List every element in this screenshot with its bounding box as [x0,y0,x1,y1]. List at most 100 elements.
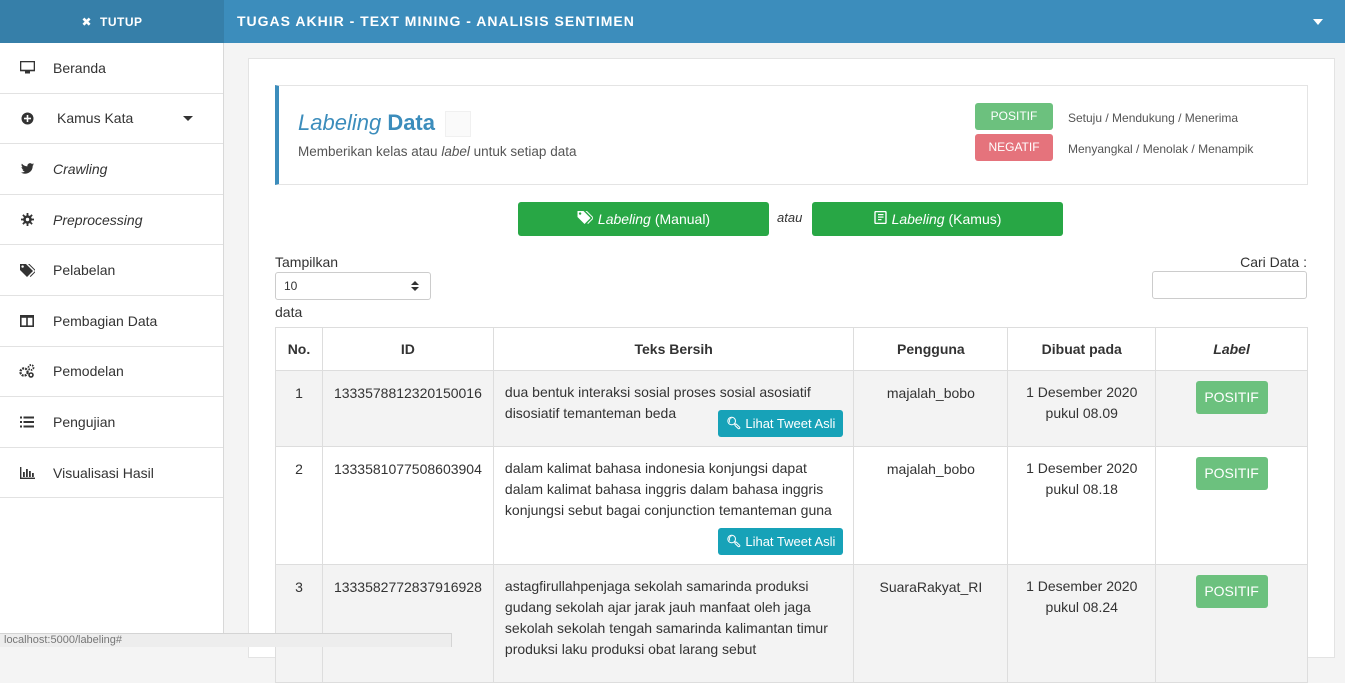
monitor-icon [18,61,36,75]
column-header-no[interactable]: No. [275,327,323,371]
subtitle-text: Memberikan kelas atau [298,144,438,159]
sidebar-close-button[interactable]: ✖ TUTUP [0,0,224,43]
sidebar-item-pemodelan[interactable]: Pemodelan [0,347,223,398]
page-size-suffix: data [275,304,303,320]
sidebar-item-label: Pelabelan [53,262,116,279]
cell-date: 1 Desember 2020 pukul 08.09 [1007,370,1157,447]
view-tweet-label: Lihat Tweet Asli [745,534,836,549]
column-header-dibuat[interactable]: Dibuat pada [1007,327,1157,371]
subtitle-text: untuk setiap data [473,144,577,159]
cell-user: SuaraRakyat_RI [853,564,1009,683]
cell-text-value: astagfirullahpenjaga sekolah samarinda p… [504,578,828,657]
legend-positif-text: Setuju / Mendukung / Menerima [1068,111,1239,125]
close-icon: ✖ [81,14,93,29]
column-header-label[interactable]: Label [1155,327,1308,371]
search-icon: 🔍︎ [726,534,742,548]
table-row: 3 1333582772837916928 astagfirullahpenja… [275,564,1308,683]
sidebar-item-preprocessing[interactable]: Preprocessing [0,195,223,246]
page-size-label: Tampilkan [275,254,339,270]
sidebar-close-label: TUTUP [100,14,143,29]
page-size-value: 10 [284,279,298,293]
cell-text: dua bentuk interaksi sosial proses sosia… [492,370,855,447]
column-header-id[interactable]: ID [321,327,494,371]
sidebar-item-label: Crawling [53,160,108,177]
cell-date-day: 1 Desember 2020 [1026,384,1138,400]
user-menu-caret-icon[interactable] [1313,19,1323,25]
sidebar-item-kamus-kata[interactable]: Kamus Kata [0,94,223,145]
view-original-tweet-button[interactable]: 🔍︎ Lihat Tweet Asli [718,528,844,555]
subtitle-italic: label [441,144,470,159]
page-header-card: Labeling Data Memberikan kelas atau labe… [275,85,1308,185]
table-header-row: No. ID Teks Bersih Pengguna Dibuat pada … [275,327,1308,371]
view-tweet-label: Lihat Tweet Asli [745,416,836,431]
cell-user: majalah_bobo [853,370,1009,447]
search-icon: 🔍︎ [726,416,742,430]
sidebar-item-pembagian-data[interactable]: Pembagian Data [0,296,223,347]
sidebar-item-label: Pemodelan [53,363,124,380]
sidebar-item-label: Visualisasi Hasil [53,464,154,481]
search-input[interactable] [1152,271,1307,299]
column-header-teks[interactable]: Teks Bersih [492,327,855,371]
legend-positif-badge: POSITIF [975,103,1053,130]
sidebar-item-label: Pembagian Data [53,312,158,329]
cell-date-time: pukul 08.18 [1045,481,1118,497]
label-badge[interactable]: POSITIF [1195,457,1268,490]
cell-date-day: 1 Desember 2020 [1026,460,1138,476]
labeling-table: No. ID Teks Bersih Pengguna Dibuat pada … [275,327,1308,683]
column-header-pengguna[interactable]: Pengguna [853,327,1009,371]
legend-negatif-text: Menyangkal / Menolak / Menampik [1068,142,1254,156]
labeling-kamus-button[interactable]: Labeling (Kamus) [812,202,1063,236]
page-title: Labeling Data [298,110,472,138]
label-badge[interactable]: POSITIF [1195,575,1268,608]
cell-user: majalah_bobo [853,446,1009,565]
cell-no: 1 [275,370,323,447]
select-arrows-icon [411,281,419,293]
cell-label: POSITIF [1155,370,1308,447]
legend-negatif-badge: NEGATIF [975,134,1053,161]
view-original-tweet-button[interactable]: 🔍︎ Lihat Tweet Asli [718,410,844,437]
cell-date: 1 Desember 2020 pukul 08.18 [1007,446,1157,565]
labeling-manual-label: (Manual) [654,211,711,227]
cell-id: 1333581077508603904 [321,446,494,565]
sidebar-item-crawling[interactable]: Crawling [0,144,223,195]
sidebar: Beranda Kamus Kata Crawling Preprocessin… [0,43,224,647]
cell-no: 3 [275,564,323,683]
book-icon [873,210,887,227]
sidebar-item-beranda[interactable]: Beranda [0,43,223,94]
chevron-down-icon [183,115,193,121]
columns-icon [18,314,36,328]
table-row: 1 1333578812320150016 dua bentuk interak… [275,370,1308,447]
cell-id: 1333578812320150016 [321,370,494,447]
cell-id: 1333582772837916928 [321,564,494,683]
page-title-bold: Data [387,110,435,135]
sidebar-item-visualisasi-hasil[interactable]: Visualisasi Hasil [0,448,223,499]
sidebar-item-label: Beranda [53,59,106,76]
status-url-bar: localhost:5000/labeling# [0,633,452,647]
page-title-italic: Labeling [298,110,382,135]
atau-separator: atau [777,210,803,225]
cell-label: POSITIF [1155,564,1308,683]
labeling-manual-italic: Labeling [597,211,651,227]
label-badge[interactable]: POSITIF [1195,381,1268,414]
cell-text: astagfirullahpenjaga sekolah samarinda p… [492,564,855,683]
sidebar-item-pelabelan[interactable]: Pelabelan [0,245,223,296]
cell-no: 2 [275,446,323,565]
cell-label: POSITIF [1155,446,1308,565]
cogs-icon [18,364,36,379]
title-placeholder-icon [445,111,472,138]
cell-text: dalam kalimat bahasa indonesia konjungsi… [492,446,855,565]
labeling-kamus-label: (Kamus) [948,211,1002,227]
sidebar-item-label: Pengujian [53,413,116,430]
list-icon [18,415,36,429]
cell-date-day: 1 Desember 2020 [1026,578,1138,594]
labeling-kamus-italic: Labeling [891,211,945,227]
page-subtitle: Memberikan kelas atau label untuk setiap… [298,144,576,159]
gear-icon [18,213,36,227]
labeling-manual-button[interactable]: Labeling (Manual) [518,202,769,236]
cell-date-time: pukul 08.24 [1045,599,1118,615]
cell-date: 1 Desember 2020 pukul 08.24 [1007,564,1157,683]
sidebar-item-label: Preprocessing [53,211,143,228]
sidebar-item-pengujian[interactable]: Pengujian [0,397,223,448]
page-size-select[interactable]: 10 [275,272,431,300]
bar-chart-icon [18,466,36,480]
